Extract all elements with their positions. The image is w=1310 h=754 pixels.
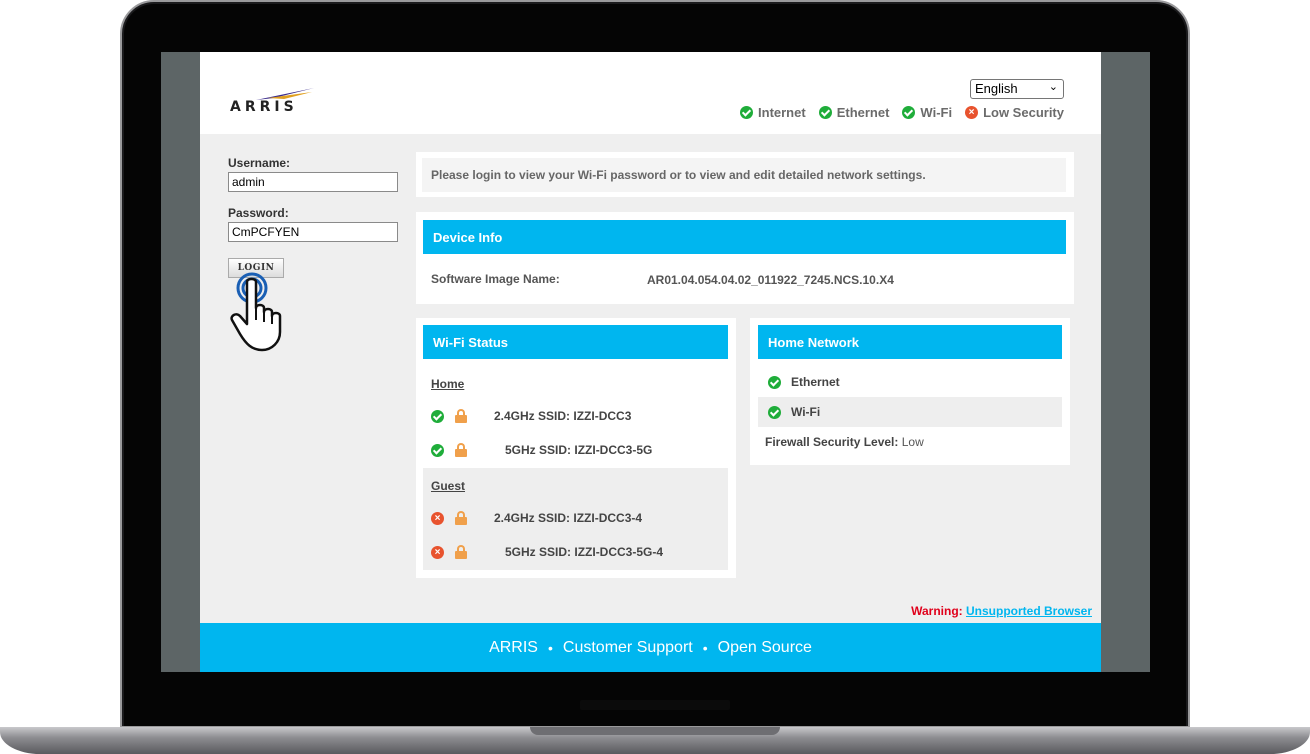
lock-icon <box>455 511 467 525</box>
device-info-title: Device Info <box>423 220 1066 254</box>
ssid-row-home-24 <box>431 406 467 426</box>
username-label: Username: <box>228 156 291 170</box>
warning-label: Warning: <box>911 604 963 618</box>
x-circle-icon: × <box>965 105 979 119</box>
footer-separator: • <box>702 639 708 656</box>
guest-group-label: Guest <box>431 479 466 493</box>
arris-logo: ARRIS <box>230 84 320 124</box>
ssid-label-guest-24: 2.4GHz SSID: IZZI-DCC3-4 <box>494 508 642 528</box>
home-network-wifi: Wi-Fi <box>758 397 1062 427</box>
ssid-name: IZZI-DCC3-5G-4 <box>574 545 664 559</box>
check-circle-icon <box>740 105 754 119</box>
check-circle-icon <box>818 105 832 119</box>
unsupported-browser-link[interactable]: Unsupported Browser <box>966 604 1092 618</box>
router-page: ARRIS English ⌄ Internet Ethernet Wi-Fi <box>200 52 1101 672</box>
lock-icon <box>455 545 467 559</box>
ssid-name: IZZI-DCC3-5G <box>574 443 653 457</box>
laptop-screen: ARRIS English ⌄ Internet Ethernet Wi-Fi <box>161 52 1150 672</box>
ssid-band: 5GHz SSID: <box>505 443 572 457</box>
ssid-name: IZZI-DCC3 <box>573 409 632 423</box>
login-form: Username: admin Password: CmPCFYEN LOGIN <box>228 156 403 352</box>
home-network-ethernet: Ethernet <box>758 367 1062 397</box>
check-circle-icon <box>431 443 444 457</box>
laptop-notch <box>530 727 780 735</box>
ssid-row-guest-5: × <box>431 542 467 562</box>
browser-warning: Warning: Unsupported Browser <box>911 604 1092 618</box>
software-image-label: Software Image Name: <box>431 272 560 286</box>
ssid-label-home-24: 2.4GHz SSID: IZZI-DCC3 <box>494 406 631 426</box>
firewall-value: Low <box>901 435 924 449</box>
page-header: ARRIS English ⌄ Internet Ethernet Wi-Fi <box>200 52 1101 134</box>
wifi-status-panel: Wi-Fi Status Home 2.4GHz SSID: IZZI-DCC3… <box>416 318 736 578</box>
home-network-label: Wi-Fi <box>791 405 821 419</box>
ssid-name: IZZI-DCC3-4 <box>573 511 643 525</box>
lock-icon <box>455 443 467 457</box>
lock-icon <box>455 409 467 423</box>
username-input[interactable]: admin <box>228 172 398 192</box>
language-select[interactable]: English ⌄ <box>970 79 1064 99</box>
home-group-label: Home <box>431 377 465 391</box>
footer-link-customer-support[interactable]: Customer Support <box>563 639 693 657</box>
software-image-value: AR01.04.054.04.02_011922_7245.NCS.10.X4 <box>647 273 894 287</box>
password-input[interactable]: CmPCFYEN <box>228 222 398 242</box>
status-internet: Internet <box>740 105 806 120</box>
home-network-label: Ethernet <box>791 375 840 389</box>
language-selected: English <box>975 81 1018 96</box>
wifi-status-title: Wi-Fi Status <box>423 325 728 359</box>
check-circle-icon <box>768 405 781 419</box>
logo-text: ARRIS <box>230 99 298 115</box>
ssid-row-guest-24: × <box>431 508 467 528</box>
firewall-label: Firewall Security Level: <box>765 435 899 449</box>
login-message-panel: Please login to view your Wi-Fi password… <box>416 152 1074 197</box>
footer-link-open-source[interactable]: Open Source <box>718 639 812 657</box>
status-label: Internet <box>758 104 806 120</box>
status-label: Low Security <box>983 104 1064 120</box>
x-circle-icon: × <box>431 545 444 559</box>
footer-separator: • <box>547 639 553 656</box>
login-message: Please login to view your Wi-Fi password… <box>422 158 1066 192</box>
home-network-title: Home Network <box>758 325 1062 359</box>
ssid-band: 2.4GHz SSID: <box>494 511 571 525</box>
status-label: Ethernet <box>836 104 890 120</box>
status-ethernet: Ethernet <box>818 104 890 120</box>
ssid-band: 5GHz SSID: <box>505 545 572 559</box>
chevron-down-icon: ⌄ <box>1048 81 1058 93</box>
hand-pointer-icon <box>230 272 282 352</box>
home-network-panel: Home Network Ethernet Wi-Fi Firewall Sec… <box>750 318 1070 465</box>
check-circle-icon <box>902 105 916 119</box>
check-circle-icon <box>431 409 444 423</box>
check-circle-icon <box>768 375 781 389</box>
footer-link-arris[interactable]: ARRIS <box>489 639 538 657</box>
device-info-panel: Device Info Software Image Name: AR01.04… <box>416 212 1074 304</box>
page-footer: ARRIS • Customer Support • Open Source <box>200 623 1101 672</box>
connection-status-bar: Internet Ethernet Wi-Fi × Low Security <box>740 103 1064 121</box>
firewall-level: Firewall Security Level: Low <box>765 435 924 449</box>
password-label: Password: <box>228 206 289 220</box>
ssid-label-home-5: 5GHz SSID: IZZI-DCC3-5G <box>505 440 652 460</box>
ssid-row-home-5 <box>431 440 467 460</box>
status-label: Wi-Fi <box>920 104 953 120</box>
ssid-label-guest-5: 5GHz SSID: IZZI-DCC3-5G-4 <box>505 542 663 562</box>
x-circle-icon: × <box>431 511 444 525</box>
status-wifi: Wi-Fi <box>902 105 952 120</box>
ssid-band: 2.4GHz SSID: <box>494 409 571 423</box>
laptop-hinge <box>580 700 730 710</box>
status-security: × Low Security <box>965 105 1064 120</box>
